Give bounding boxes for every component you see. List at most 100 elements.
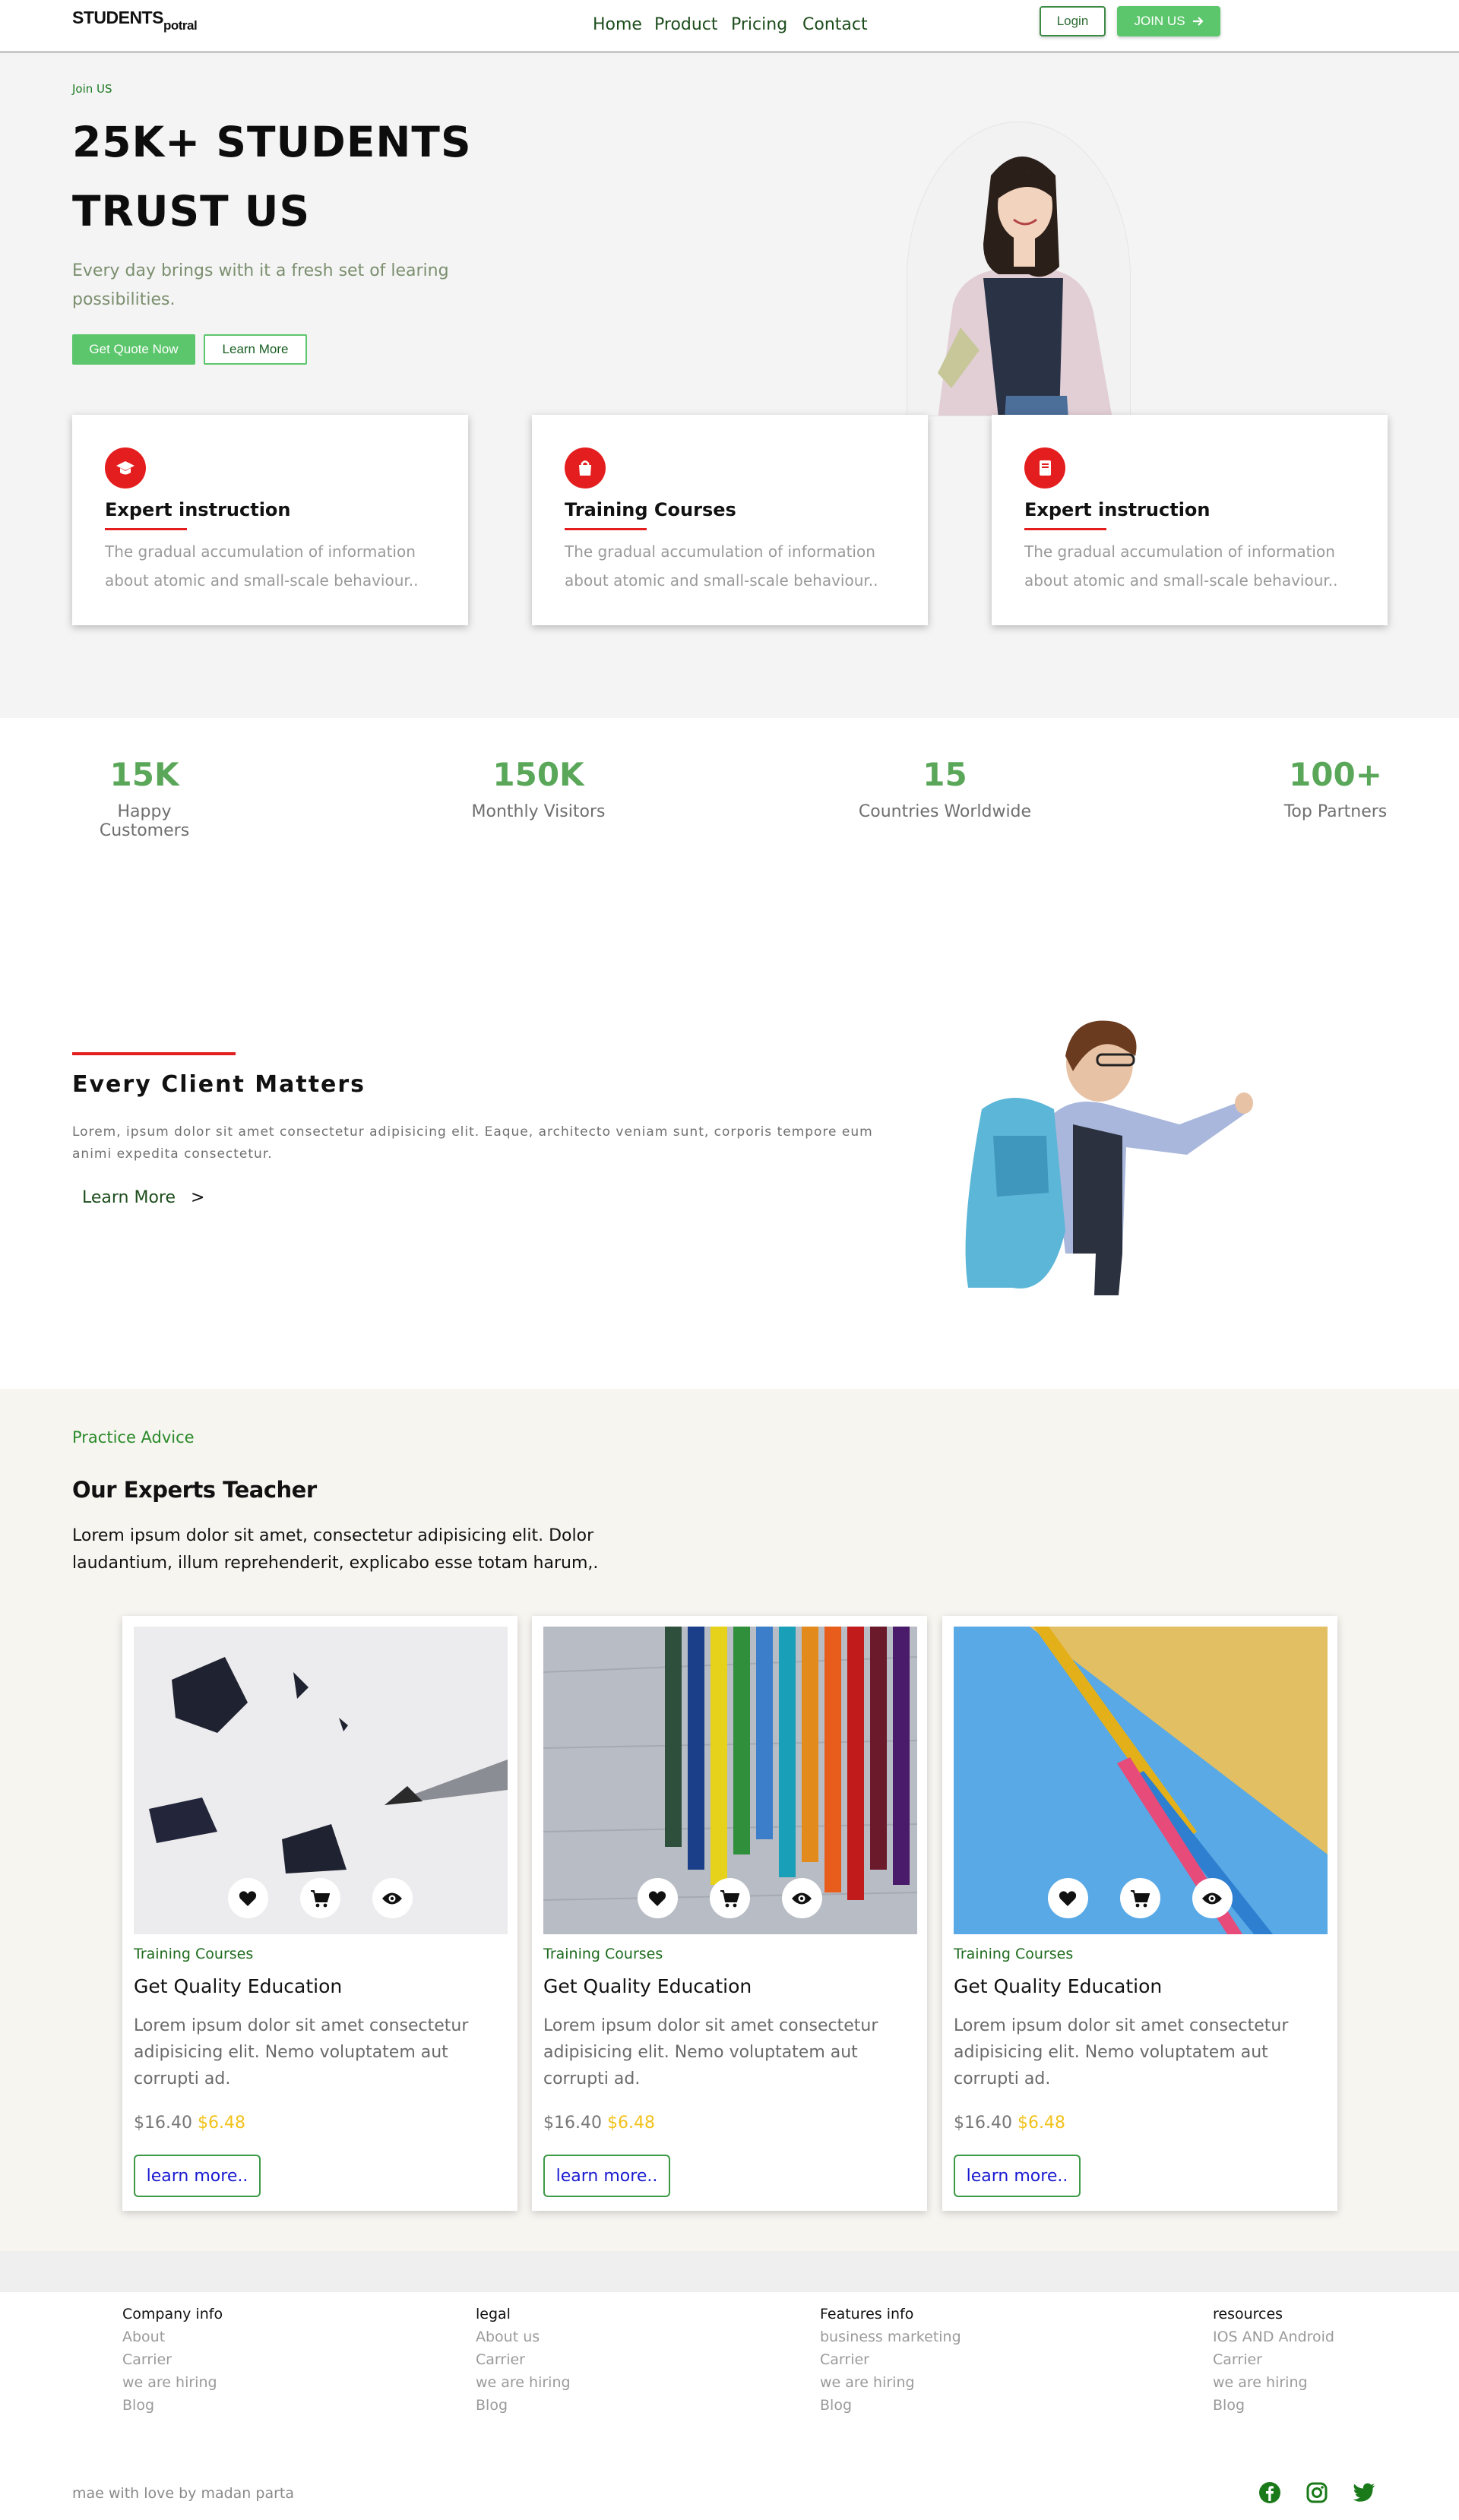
student-girl-image xyxy=(907,122,1131,416)
heart-icon[interactable] xyxy=(227,1878,268,1918)
product-category: Training Courses xyxy=(134,1946,254,1962)
footer-heading: Company info xyxy=(122,2306,223,2322)
hero-learn-more-button[interactable]: Learn More xyxy=(204,334,307,365)
feature-card: Training Courses The gradual accumulatio… xyxy=(532,415,928,625)
sale-price: $6.48 xyxy=(197,2114,245,2133)
eye-icon[interactable] xyxy=(781,1878,822,1918)
product-title: Get Quality Education xyxy=(134,1975,343,1997)
feature-title: Training Courses xyxy=(565,499,736,520)
footer-link[interactable]: Blog xyxy=(1213,2397,1334,2414)
login-label: Login xyxy=(1056,14,1089,28)
shopping-bag-icon xyxy=(565,447,606,489)
student-boy-image xyxy=(959,1003,1255,1295)
learn-more-button[interactable]: learn more.. xyxy=(134,2155,261,2197)
footer-link[interactable]: we are hiring xyxy=(1213,2374,1334,2391)
cart-icon[interactable] xyxy=(1119,1878,1160,1918)
product-card: Training Courses Get Quality Education L… xyxy=(532,1616,927,2211)
product-price: $16.40 $6.48 xyxy=(134,2114,245,2133)
footer-link[interactable]: Blog xyxy=(820,2397,961,2414)
footer-link[interactable]: Blog xyxy=(476,2397,571,2414)
product-price: $16.40 $6.48 xyxy=(543,2114,655,2133)
facebook-icon[interactable] xyxy=(1257,2480,1283,2506)
join-label: JOIN US xyxy=(1134,14,1185,28)
footer-credit: mae with love by madan parta xyxy=(72,2485,294,2502)
stat-label: Happy Customers xyxy=(99,802,190,840)
graduation-cap-icon xyxy=(105,447,146,489)
cart-icon[interactable] xyxy=(709,1878,750,1918)
footer-link[interactable]: About xyxy=(122,2329,223,2345)
footer-link[interactable]: we are hiring xyxy=(820,2374,961,2391)
sale-price: $6.48 xyxy=(1017,2114,1065,2133)
stat-value: 100+ xyxy=(1289,756,1382,793)
feature-card: Expert instruction The gradual accumulat… xyxy=(992,415,1388,625)
instagram-icon[interactable] xyxy=(1304,2480,1330,2506)
feature-card: Expert instruction The gradual accumulat… xyxy=(72,415,468,625)
twitter-icon[interactable] xyxy=(1351,2480,1377,2506)
footer-link[interactable]: Blog xyxy=(122,2397,223,2414)
stat-label: Monthly Visitors xyxy=(471,802,606,821)
sale-price: $6.48 xyxy=(606,2114,655,2133)
learn-more-button[interactable]: learn more.. xyxy=(954,2155,1081,2197)
learn-more-label: Learn More xyxy=(82,1188,176,1207)
feature-title: Expert instruction xyxy=(105,499,291,520)
footer-link[interactable]: Carrier xyxy=(820,2351,961,2368)
product-category: Training Courses xyxy=(954,1946,1074,1962)
learn-more-button[interactable]: learn more.. xyxy=(543,2155,670,2197)
login-button[interactable]: Login xyxy=(1040,6,1106,36)
footer-column-company: Company info About Carrier we are hiring… xyxy=(122,2306,223,2414)
hero-eyebrow: Join US xyxy=(72,82,112,96)
stat-item: 150K Monthly Visitors xyxy=(460,756,616,821)
product-card: Training Courses Get Quality Education L… xyxy=(122,1616,517,2211)
nav-home[interactable]: Home xyxy=(593,15,642,34)
eye-icon[interactable] xyxy=(1192,1878,1233,1918)
footer-link[interactable]: IOS AND Android xyxy=(1213,2329,1334,2345)
join-us-button[interactable]: JOIN US xyxy=(1117,6,1220,36)
stat-label: Countries Worldwide xyxy=(858,802,1032,821)
nav-product[interactable]: Product xyxy=(654,15,718,34)
stat-value: 15K xyxy=(109,756,179,793)
stat-value: 150K xyxy=(492,756,584,793)
product-card: Training Courses Get Quality Education L… xyxy=(942,1616,1337,2211)
footer-link[interactable]: Carrier xyxy=(1213,2351,1334,2368)
product-title: Get Quality Education xyxy=(954,1975,1163,1997)
eye-icon[interactable] xyxy=(372,1878,413,1918)
footer-link[interactable]: About us xyxy=(476,2329,571,2345)
hero-title-line1: 25K+ STUDENTS xyxy=(72,118,472,166)
book-icon xyxy=(1024,447,1065,489)
get-quote-button[interactable]: Get Quote Now xyxy=(72,334,195,365)
chevron-right-icon: > xyxy=(191,1188,205,1207)
footer-link[interactable]: Carrier xyxy=(476,2351,571,2368)
footer-link[interactable]: Carrier xyxy=(122,2351,223,2368)
site-header: STUDENTSpotral Home Product Pricing Cont… xyxy=(0,0,1459,53)
client-learn-more-link[interactable]: Learn More > xyxy=(82,1188,204,1207)
section-divider-band xyxy=(0,2251,1459,2292)
hero-title-line2: TRUST US xyxy=(72,187,311,236)
feature-description: The gradual accumulation of information … xyxy=(105,542,419,590)
hero-paragraph: Every day brings with it a fresh set of … xyxy=(72,261,449,309)
cart-icon[interactable] xyxy=(299,1878,340,1918)
experts-title: Our Experts Teacher xyxy=(72,1477,317,1503)
product-description: Lorem ipsum dolor sit amet consectetur a… xyxy=(134,2016,469,2088)
heart-icon[interactable] xyxy=(637,1878,678,1918)
footer-link[interactable]: business marketing xyxy=(820,2329,961,2345)
product-description: Lorem ipsum dolor sit amet consectetur a… xyxy=(543,2016,878,2088)
footer-column-resources: resources IOS AND Android Carrier we are… xyxy=(1213,2306,1334,2414)
title-underline xyxy=(105,528,187,530)
stat-item: 15 Countries Worldwide xyxy=(856,756,1034,821)
product-actions xyxy=(122,1878,517,1918)
arrow-right-icon xyxy=(1192,17,1204,26)
footer-heading: Features info xyxy=(820,2306,914,2322)
footer-link[interactable]: we are hiring xyxy=(122,2374,223,2391)
client-title: Every Client Matters xyxy=(72,1071,366,1098)
feature-description: The gradual accumulation of information … xyxy=(1024,542,1338,590)
brand-logo[interactable]: STUDENTSpotral xyxy=(72,8,198,33)
title-underline xyxy=(565,528,647,530)
product-price: $16.40 $6.48 xyxy=(954,2114,1065,2133)
footer-column-legal: legal About us Carrier we are hiring Blo… xyxy=(476,2306,571,2414)
nav-contact[interactable]: Contact xyxy=(802,15,868,34)
footer-link[interactable]: we are hiring xyxy=(476,2374,571,2391)
heart-icon[interactable] xyxy=(1047,1878,1088,1918)
title-underline xyxy=(1024,528,1106,530)
nav-pricing[interactable]: Pricing xyxy=(731,15,787,34)
client-paragraph: Lorem, ipsum dolor sit amet consectetur … xyxy=(72,1124,873,1162)
